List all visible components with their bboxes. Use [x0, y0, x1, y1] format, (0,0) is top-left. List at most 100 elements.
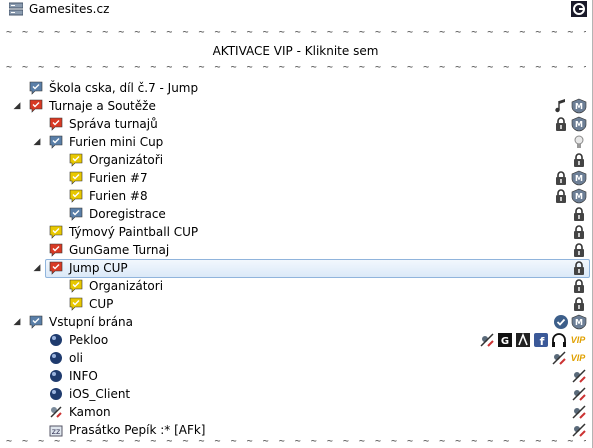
channel-row[interactable]: GunGame Turnaj [0, 241, 591, 259]
row-icons: VIP [551, 350, 587, 366]
channel-row[interactable]: CUP [0, 295, 591, 313]
row-icons [571, 242, 587, 258]
row-icons: M [553, 116, 587, 132]
channel-tree[interactable]: Gamesites.cz ~ ~ ~ ~ ~ ~ ~ ~ ~ ~ ~ ~ ~ ~… [0, 0, 593, 448]
row-icons: Gf VIP [479, 332, 587, 348]
client-row[interactable]: oli VIP [0, 349, 591, 367]
client-status-icon [49, 333, 63, 347]
channel-row[interactable]: Správa turnajů M [0, 115, 591, 133]
client-name: oli [69, 351, 84, 365]
channel-row[interactable]: Organizátori [0, 277, 591, 295]
channel-bubble-icon [49, 225, 63, 239]
client-name: Kamon [69, 405, 111, 419]
channel-name: Týmový Paintball CUP [69, 225, 199, 239]
lock-icon [571, 224, 587, 240]
expand-arrow-icon[interactable]: ◢ [32, 262, 42, 274]
muted-speaker-icon [571, 422, 587, 438]
muted-client-icon [49, 405, 63, 419]
channel-name: Doregistrace [89, 207, 166, 221]
channel-row[interactable]: ◢ Vstupní brána M [0, 313, 591, 331]
muted-speaker-icon [571, 386, 587, 402]
client-name: iOS_Client [69, 387, 131, 401]
lock-icon [571, 296, 587, 312]
channel-bubble-icon [49, 261, 63, 275]
vip-activation-label: AKTIVACE VIP - Kliknite sem [212, 44, 379, 58]
channel-bubble-icon [69, 297, 83, 311]
lock-icon [571, 206, 587, 222]
channel-row[interactable]: Týmový Paintball CUP [0, 223, 591, 241]
moderated-icon: M [571, 188, 587, 204]
channel-bubble-icon [49, 135, 63, 149]
row-icons [571, 152, 587, 168]
expand-arrow-icon[interactable]: ◢ [32, 136, 42, 148]
channel-name: Správa turnajů [69, 117, 158, 131]
vip-badge: VIP [570, 353, 586, 363]
lock-icon [553, 188, 569, 204]
client-row[interactable]: Pekloo Gf VIP [0, 331, 591, 349]
music-icon [553, 98, 569, 114]
moderated-icon: M [571, 170, 587, 186]
muted-speaker-icon [479, 332, 495, 348]
channel-bubble-icon [69, 189, 83, 203]
channel-name: Škola cska, díl č.7 - Jump [49, 81, 199, 95]
away-client-icon: zz [49, 423, 63, 437]
client-name: INFO [69, 369, 98, 383]
row-icons [571, 386, 587, 402]
client-name: Prasátko Pepík :* [AFk] [69, 423, 206, 437]
muted-speaker-icon [571, 404, 587, 420]
channel-bubble-icon [69, 153, 83, 167]
lock-icon [571, 242, 587, 258]
channel-name: Organizátori [89, 279, 164, 293]
separator-top: ~ ~ ~ ~ ~ ~ ~ ~ ~ ~ ~ ~ ~ ~ ~ ~ ~ ~ ~ ~ … [6, 28, 586, 38]
channel-row[interactable]: Furien #7 M [0, 169, 591, 187]
row-icons: M [553, 314, 587, 330]
client-row[interactable]: iOS_Client [0, 385, 591, 403]
separator-bottom: ~ ~ ~ ~ ~ ~ ~ ~ ~ ~ ~ ~ ~ ~ ~ ~ ~ ~ ~ ~ … [6, 63, 586, 73]
channel-row[interactable]: ◢ Turnaje a Soutěže M [0, 97, 591, 115]
channel-row[interactable]: Organizátoři [0, 151, 591, 169]
channel-bubble-icon [29, 99, 43, 113]
group-icon: G [497, 332, 513, 348]
channel-row[interactable]: Furien #8 M [0, 187, 591, 205]
headphones-icon [551, 332, 567, 348]
expand-arrow-icon[interactable]: ◢ [12, 100, 22, 112]
channel-row[interactable]: Doregistrace [0, 205, 591, 223]
row-icons [571, 422, 587, 438]
facebook-icon: f [533, 332, 549, 348]
server-logo-icon [571, 1, 587, 17]
channel-bubble-icon [49, 117, 63, 131]
channel-name: GunGame Turnaj [69, 243, 170, 257]
expand-arrow-icon[interactable]: ◢ [12, 316, 22, 328]
channel-name: Turnaje a Soutěže [49, 99, 156, 113]
steam-icon [515, 332, 531, 348]
moderated-icon: M [571, 116, 587, 132]
row-icons [571, 296, 587, 312]
moderated-icon: M [571, 314, 587, 330]
lock-icon [571, 152, 587, 168]
vip-activation-channel[interactable]: AKTIVACE VIP - Kliknite sem [0, 42, 591, 60]
vip-badge: VIP [570, 335, 586, 345]
channel-row[interactable]: Škola cska, díl č.7 - Jump [0, 79, 591, 97]
lock-icon [571, 260, 587, 276]
row-icons [571, 260, 587, 276]
client-row[interactable]: INFO [0, 367, 591, 385]
client-name: Pekloo [69, 333, 109, 347]
client-status-icon [49, 387, 63, 401]
svg-text:f: f [540, 335, 545, 348]
channel-row[interactable]: ◢ Furien mini Cup [0, 133, 591, 151]
separator-footer: ~ ~ ~ ~ ~ ~ ~ ~ ~ ~ ~ ~ ~ ~ ~ ~ ~ ~ ~ ~ … [6, 437, 586, 447]
svg-text:M: M [575, 120, 583, 129]
server-row[interactable]: Gamesites.cz [0, 0, 591, 18]
channel-bubble-icon [49, 243, 63, 257]
lock-icon [571, 278, 587, 294]
channel-name: Jump CUP [69, 261, 128, 275]
row-icons [571, 224, 587, 240]
svg-text:M: M [575, 102, 583, 111]
muted-speaker-icon [551, 350, 567, 366]
channel-row[interactable]: ◢ Jump CUP [0, 259, 591, 278]
bulb-icon [571, 134, 587, 150]
row-icons: M [553, 170, 587, 186]
svg-text:M: M [575, 174, 583, 183]
muted-speaker-icon [571, 368, 587, 384]
client-row[interactable]: Kamon [0, 403, 591, 421]
